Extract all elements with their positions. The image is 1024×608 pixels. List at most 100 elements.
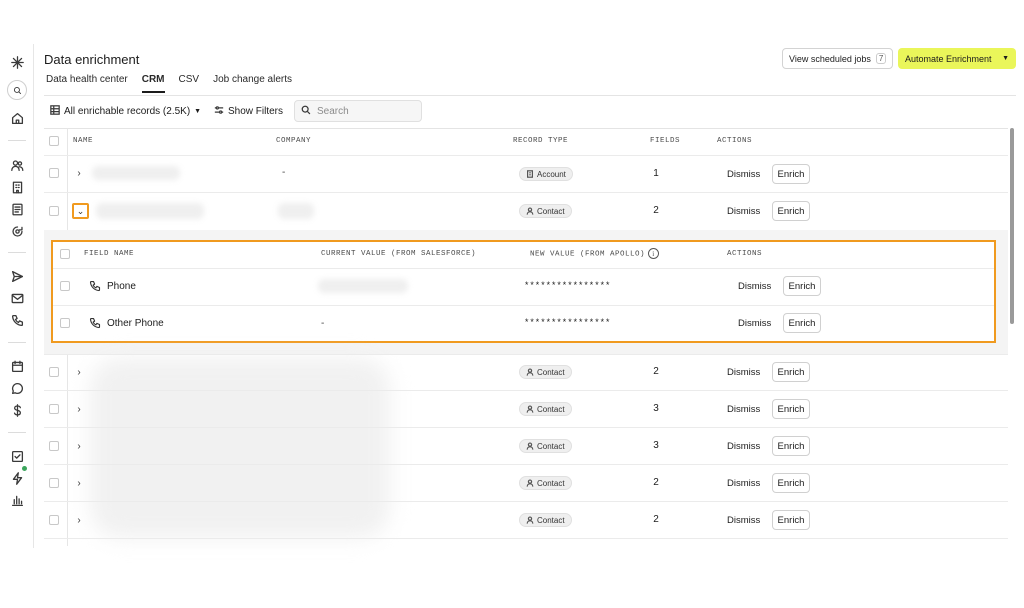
dismiss-button[interactable]: Dismiss (738, 318, 771, 329)
calendar-icon[interactable] (7, 356, 27, 376)
row-checkbox[interactable] (49, 478, 59, 488)
records-dropdown-label: All enrichable records (2.5K) (64, 105, 191, 117)
record-type-badge: Contact (519, 204, 572, 218)
record-type-badge: Contact (519, 476, 572, 490)
enrich-button[interactable]: Enrich (772, 201, 810, 221)
new-value-header: NEW VALUE (FROM APOLLO) i (530, 248, 660, 259)
row-checkbox[interactable] (49, 168, 59, 178)
automate-enrichment-button[interactable]: Automate Enrichment ▼ (898, 48, 1016, 69)
enrich-button[interactable]: Enrich (772, 510, 810, 530)
select-all-checkbox[interactable] (49, 136, 59, 146)
chevron-down-icon[interactable]: ⌄ (72, 203, 89, 219)
field-checkbox[interactable] (60, 318, 70, 328)
caret-down-icon: ▼ (194, 107, 202, 115)
building-icon[interactable] (7, 177, 27, 197)
row-checkbox[interactable] (49, 367, 59, 377)
row-divider (44, 155, 1008, 156)
fields-count: 3 (653, 440, 659, 451)
company-cell: - (282, 167, 286, 178)
people-icon[interactable] (7, 155, 27, 175)
analytics-icon[interactable] (7, 490, 27, 510)
enrich-button[interactable]: Enrich (772, 473, 810, 493)
chevron-right-icon[interactable]: › (74, 404, 84, 415)
table-scrollbar[interactable] (1010, 128, 1014, 324)
dismiss-button[interactable]: Dismiss (727, 169, 760, 180)
fields-count: 2 (653, 366, 659, 377)
person-icon (526, 516, 534, 524)
current-value-cell: - (321, 318, 325, 329)
enrich-button[interactable]: Enrich (783, 313, 821, 333)
row-checkbox[interactable] (49, 206, 59, 216)
column-header-fields: FIELDS (650, 137, 681, 145)
enrich-button[interactable]: Enrich (772, 164, 810, 184)
dismiss-button[interactable]: Dismiss (727, 441, 760, 452)
page-title: Data enrichment (44, 52, 140, 67)
tab-crm[interactable]: CRM (141, 74, 165, 93)
record-type-badge: Contact (519, 513, 572, 527)
chat-icon[interactable] (7, 378, 27, 398)
info-icon[interactable]: i (648, 248, 660, 259)
workflow-icon[interactable] (7, 468, 27, 488)
column-header-company: COMPANY (276, 137, 312, 145)
chevron-right-icon[interactable]: › (74, 168, 84, 179)
search-placeholder: Search (317, 105, 349, 117)
record-type-label: Contact (537, 367, 565, 377)
enrich-button[interactable]: Enrich (783, 276, 821, 296)
phone-icon[interactable] (7, 310, 27, 330)
dismiss-button[interactable]: Dismiss (727, 404, 760, 415)
redacted-names-region (90, 358, 390, 538)
dismiss-button[interactable]: Dismiss (727, 515, 760, 526)
enrichment-icon[interactable] (7, 221, 27, 241)
row-divider (44, 354, 1008, 355)
dismiss-button[interactable]: Dismiss (738, 281, 771, 292)
column-header-actions: ACTIONS (717, 137, 753, 145)
tab-csv[interactable]: CSV (179, 74, 200, 93)
table-icon (50, 104, 60, 118)
redacted-name (92, 166, 180, 180)
search-input[interactable]: Search (294, 100, 422, 122)
chevron-right-icon[interactable]: › (74, 515, 84, 526)
tab-data-health-center[interactable]: Data health center (46, 74, 128, 93)
fields-count: 2 (653, 205, 659, 216)
tab-job-change-alerts[interactable]: Job change alerts (213, 74, 292, 93)
person-icon (526, 207, 534, 215)
dismiss-button[interactable]: Dismiss (727, 367, 760, 378)
redacted-company (278, 203, 314, 219)
show-filters-button[interactable]: Show Filters (214, 104, 283, 118)
home-icon[interactable] (7, 108, 27, 128)
send-icon[interactable] (7, 266, 27, 286)
field-name-header: FIELD NAME (84, 250, 135, 258)
tasks-icon[interactable] (7, 446, 27, 466)
search-icon[interactable] (7, 80, 27, 100)
chevron-right-icon[interactable]: › (74, 367, 84, 378)
records-dropdown[interactable]: All enrichable records (2.5K) ▼ (50, 104, 201, 118)
select-all-fields-checkbox[interactable] (60, 249, 70, 259)
row-divider (44, 390, 1008, 391)
field-checkbox[interactable] (60, 281, 70, 291)
row-checkbox[interactable] (49, 515, 59, 525)
phone-icon (89, 280, 101, 292)
phone-icon (89, 317, 101, 329)
apollo-logo-icon[interactable] (7, 52, 27, 72)
row-checkbox[interactable] (49, 441, 59, 451)
fields-count: 2 (653, 514, 659, 525)
enrich-button[interactable]: Enrich (772, 399, 810, 419)
tab-bar: Data health center CRM CSV Job change al… (46, 74, 292, 93)
chevron-right-icon[interactable]: › (74, 478, 84, 489)
chevron-right-icon[interactable]: › (74, 441, 84, 452)
field-actions-header: ACTIONS (727, 250, 763, 258)
mail-icon[interactable] (7, 288, 27, 308)
fields-count: 1 (653, 168, 659, 179)
enrich-button[interactable]: Enrich (772, 362, 810, 382)
record-type-badge: Contact (519, 439, 572, 453)
dollar-icon[interactable] (7, 400, 27, 420)
field-name-cell: Phone (89, 280, 136, 292)
record-type-label: Contact (537, 478, 565, 488)
dismiss-button[interactable]: Dismiss (727, 478, 760, 489)
list-icon[interactable] (7, 199, 27, 219)
enrich-button[interactable]: Enrich (772, 436, 810, 456)
dismiss-button[interactable]: Dismiss (727, 206, 760, 217)
view-scheduled-jobs-button[interactable]: View scheduled jobs 7 (782, 48, 894, 69)
filter-sliders-icon (214, 105, 224, 118)
row-checkbox[interactable] (49, 404, 59, 414)
